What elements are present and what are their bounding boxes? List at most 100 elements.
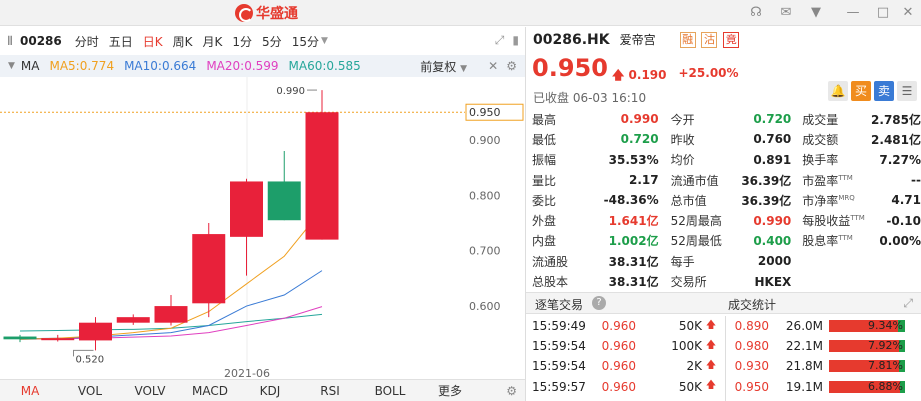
indicator-boll[interactable]: BOLL	[360, 384, 420, 398]
stats-bar: 7.92%	[829, 339, 905, 353]
quote-value: 0.720	[753, 112, 792, 127]
quote-row: 量比 2.17 流通市值 36.39亿 市盈率TTM --	[532, 170, 921, 190]
candle-body	[154, 306, 188, 323]
quote-cell: 52周最高 0.990	[671, 212, 792, 229]
quote-row: 委比 -48.36% 总市值 36.39亿 市净率MRQ 4.71	[532, 190, 921, 210]
stats-percent: 7.81%	[868, 359, 903, 373]
app-logo: 华盛通	[235, 4, 298, 22]
tick-price: 0.960	[601, 379, 636, 394]
x-axis-label: 2021-06	[224, 367, 270, 379]
quote-key: 成交量	[802, 112, 839, 127]
chevron-down-icon[interactable]: ▼	[321, 36, 328, 46]
candle-body	[116, 317, 150, 323]
collapse-icon[interactable]: ⫴	[0, 34, 20, 49]
quote-cell: 今开 0.720	[671, 111, 792, 128]
quote-cell: 流通市值 36.39亿	[671, 172, 792, 189]
y-tick-label: 0.800	[469, 189, 501, 202]
candle	[230, 178, 263, 276]
mail-icon[interactable]: ✉	[778, 5, 794, 21]
stats-row: 0.980 22.1M 7.92%	[726, 336, 921, 356]
tab-monthly-k[interactable]: 月K	[203, 33, 223, 50]
ma60-value: MA60:0.585	[288, 59, 361, 73]
tick-time: 15:59:49	[532, 319, 586, 334]
tick-price: 0.960	[601, 319, 636, 334]
ma-label[interactable]: MA	[21, 59, 40, 73]
y-tick-label: 0.900	[469, 134, 501, 147]
tab-weekly-k[interactable]: 周K	[173, 33, 193, 50]
close-icon[interactable]: ✕	[900, 5, 916, 21]
candle	[305, 90, 339, 240]
stats-price: 0.930	[734, 359, 769, 374]
shirt-icon[interactable]: ▼	[808, 5, 824, 21]
stock-symbol: 00286.HK	[533, 31, 610, 48]
tick-volume: 2K	[686, 359, 702, 374]
indicator-vol[interactable]: VOL	[60, 384, 120, 398]
tick-row: 15:59:54 0.960 100K 🡅	[526, 336, 725, 356]
adjust-select[interactable]: 前复权 ▼	[420, 58, 467, 75]
quote-panel: 00286.HK 爱帝宫 融 沽 竟 0.950 🡅 0.190 +25.00%…	[526, 27, 921, 401]
settings-icon[interactable]: ⚙	[506, 384, 517, 398]
indicator-rsi[interactable]: RSI	[300, 384, 360, 398]
buy-button[interactable]: 买	[851, 81, 871, 101]
quote-value: 36.39亿	[741, 193, 792, 208]
tab-daily-k[interactable]: 日K	[143, 33, 163, 50]
quote-cell: 每股收益TTM -0.10	[802, 212, 921, 229]
quote-key: 每手	[670, 254, 695, 269]
indicator-kdj[interactable]: KDJ	[240, 384, 300, 398]
quote-row: 振幅 35.53% 均价 0.891 换手率 7.27%	[532, 150, 921, 170]
sell-button[interactable]: 卖	[874, 81, 894, 101]
candlestick-chart[interactable]: 0.900 0.800 0.700 0.600 0.950 2021-06 0.990 0.5…	[0, 77, 525, 379]
tick-list: 15:59:49 0.960 50K 🡅 15:59:54 0.960 100K 🡅 15:59…	[526, 316, 725, 397]
tab-intraday[interactable]: 分时	[75, 33, 99, 50]
quote-row: 最低 0.720 昨收 0.760 成交额 2.481亿	[532, 129, 921, 149]
menu-icon[interactable]: ☰	[897, 81, 917, 101]
chevron-down-icon: ▼	[460, 63, 467, 74]
stats-row: 0.890 26.0M 9.34%	[726, 316, 921, 336]
indicator-bar: MA VOL VOLV MACD KDJ RSI BOLL 更多 ⚙	[0, 379, 525, 401]
quote-value: 38.31亿	[608, 275, 659, 290]
maximize-icon[interactable]: □	[875, 5, 891, 21]
minimize-icon[interactable]: —	[845, 5, 861, 21]
ma-legend-row: ▼ MA MA5:0.774 MA10:0.664 MA20:0.599 MA6…	[0, 55, 525, 77]
caret-down-icon[interactable]: ▼	[8, 61, 15, 71]
section-bar: 逐笔交易 ? 成交统计 ⤢	[526, 292, 921, 314]
quote-key: 振幅	[532, 153, 557, 168]
quote-key: 今开	[670, 112, 695, 127]
tick-time: 15:59:54	[532, 339, 586, 354]
quote-key: 成交额	[802, 132, 839, 147]
quote-key: 总市值	[670, 193, 707, 208]
indicator-volv[interactable]: VOLV	[120, 384, 180, 398]
quote-cell: 市净率MRQ 4.71	[802, 192, 921, 209]
tab-15min[interactable]: 15分	[292, 33, 319, 50]
expand-icon[interactable]: ⤢	[903, 296, 913, 311]
help-icon[interactable]: ?	[592, 296, 606, 310]
quote-key-sup: MRQ	[838, 193, 855, 202]
up-arrow-icon: 🡅	[705, 339, 717, 351]
ma5-value: MA5:0.774	[49, 59, 115, 73]
tab-5min[interactable]: 5分	[262, 33, 282, 50]
market-status: 已收盘 06-03 16:10	[533, 91, 647, 105]
quote-value: 0.400	[753, 233, 792, 248]
close-icon[interactable]: ✕	[488, 59, 498, 73]
indicator-more[interactable]: 更多	[420, 382, 480, 399]
indicator-ma[interactable]: MA	[0, 384, 60, 398]
y-tick-label: 0.700	[469, 245, 501, 258]
quote-value: 2.481亿	[871, 132, 921, 147]
stats-list: 0.890 26.0M 9.34% 0.980 22.1M 7.92% 0.930 21.8M…	[726, 316, 921, 397]
quote-value: 2.785亿	[871, 112, 921, 127]
tick-volume: 50K	[678, 319, 702, 334]
chart-toolbar: ⫴ 00286 分时 五日 日K 周K 月K 1分 5分 15分 ▼ ⤢ ▮	[0, 27, 525, 55]
indicator-macd[interactable]: MACD	[180, 384, 240, 398]
stats-price: 0.890	[734, 319, 769, 334]
tick-time: 15:59:54	[532, 359, 586, 374]
quote-header: 00286.HK 爱帝宫 融 沽 竟	[533, 31, 741, 48]
expand-icon[interactable]: ⤢	[495, 33, 505, 48]
settings-icon[interactable]: ⚙	[506, 59, 517, 73]
change-value: 0.190	[628, 68, 667, 82]
tab-five-day[interactable]: 五日	[109, 33, 133, 50]
panel-toggle-icon[interactable]: ▮	[512, 33, 519, 48]
alert-bell-icon[interactable]: 🔔	[828, 81, 848, 101]
quote-value: 1.002亿	[608, 234, 659, 249]
tab-1min[interactable]: 1分	[232, 33, 252, 50]
headset-icon[interactable]: ☊	[748, 5, 764, 21]
